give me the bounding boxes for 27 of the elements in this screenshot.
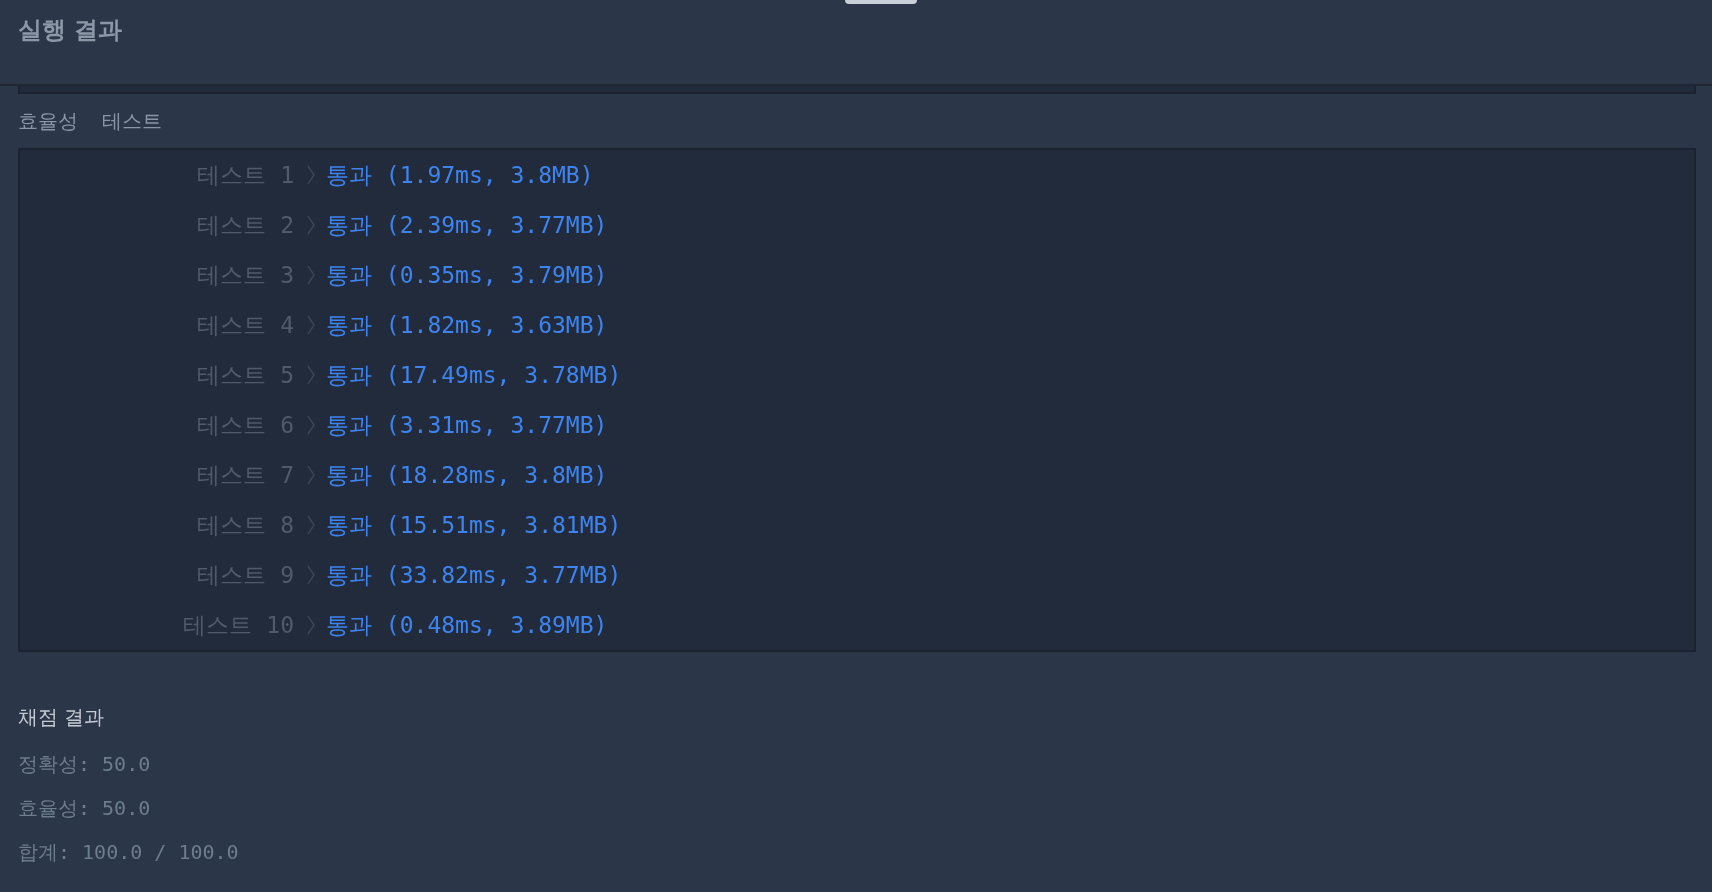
test-result: 통과 (33.82ms, 3.77MB) bbox=[326, 560, 622, 590]
chevron-right-icon bbox=[306, 614, 316, 636]
chevron-right-icon bbox=[306, 264, 316, 286]
test-result: 통과 (3.31ms, 3.77MB) bbox=[326, 410, 608, 440]
test-result: 통과 (1.97ms, 3.8MB) bbox=[326, 160, 594, 190]
chevron-right-icon bbox=[306, 564, 316, 586]
grading-title: 채점 결과 bbox=[18, 704, 106, 731]
drag-handle[interactable] bbox=[845, 0, 917, 4]
chevron-right-icon bbox=[306, 314, 316, 336]
score-line: 합계: 100.0 / 100.0 bbox=[18, 839, 239, 866]
chevron-right-icon bbox=[306, 364, 316, 386]
chevron-right-icon bbox=[306, 214, 316, 236]
score-line: 효율성: 50.0 bbox=[18, 795, 151, 822]
panel-title: 실행 결과 bbox=[18, 15, 123, 46]
chevron-right-icon bbox=[306, 414, 316, 436]
score-line: 정확성: 50.0 bbox=[18, 751, 151, 778]
test-result: 통과 (15.51ms, 3.81MB) bbox=[326, 510, 622, 540]
chevron-right-icon bbox=[306, 514, 316, 536]
chevron-right-icon bbox=[306, 164, 316, 186]
test-result: 통과 (2.39ms, 3.77MB) bbox=[326, 210, 608, 240]
test-result: 통과 (0.35ms, 3.79MB) bbox=[326, 260, 608, 290]
test-result: 통과 (18.28ms, 3.8MB) bbox=[326, 460, 608, 490]
section-title: 효율성 테스트 bbox=[18, 108, 163, 135]
chevron-right-icon bbox=[306, 464, 316, 486]
test-result: 통과 (1.82ms, 3.63MB) bbox=[326, 310, 608, 340]
test-result: 통과 (0.48ms, 3.89MB) bbox=[326, 610, 608, 640]
test-result: 통과 (17.49ms, 3.78MB) bbox=[326, 360, 622, 390]
